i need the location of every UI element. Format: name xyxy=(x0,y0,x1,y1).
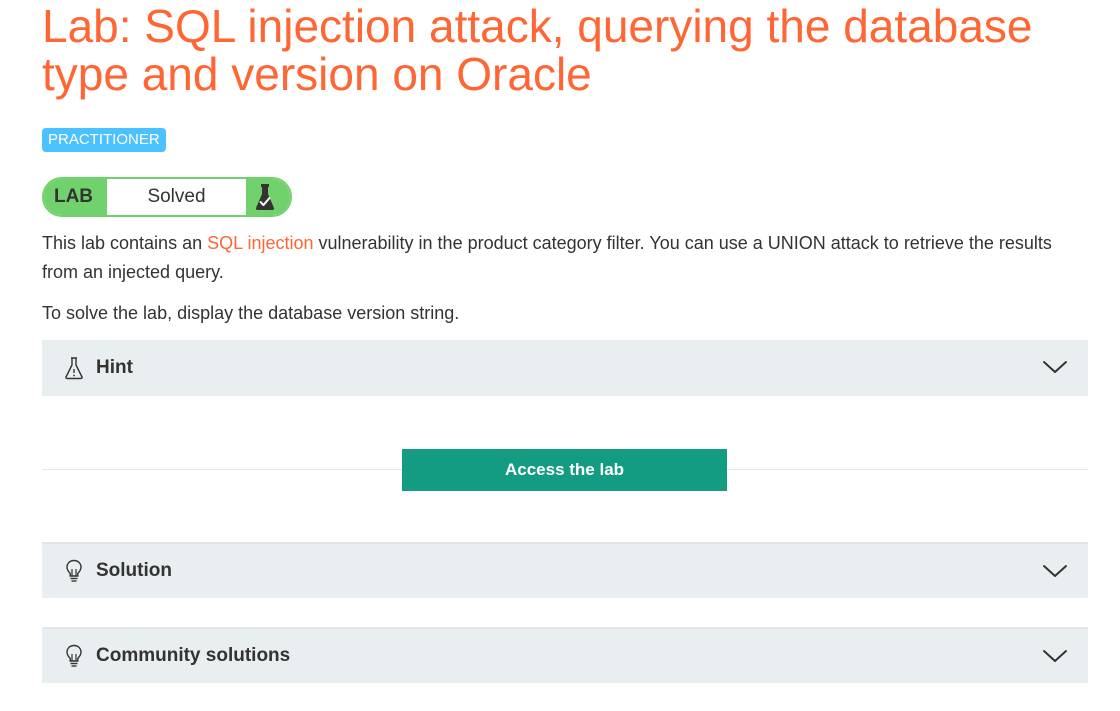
chevron-down-icon[interactable] xyxy=(1042,562,1068,580)
community-solutions-accordion[interactable]: Community solutions xyxy=(42,627,1088,683)
lightbulb-icon xyxy=(62,644,86,668)
description-intro: This lab contains an xyxy=(42,233,208,253)
solution-title: Solution xyxy=(96,560,172,581)
lab-task: To solve the lab, display the database v… xyxy=(42,303,460,323)
page-title: Lab: SQL injection attack, querying the … xyxy=(42,0,1033,100)
lightbulb-icon xyxy=(62,559,86,583)
chevron-down-icon[interactable] xyxy=(1042,358,1068,376)
lab-status-text: Solved xyxy=(147,186,206,207)
chevron-down-icon[interactable] xyxy=(1042,647,1068,665)
hint-accordion[interactable]: Hint xyxy=(42,340,1088,396)
lab-status-label: LAB xyxy=(44,179,107,215)
lab-status-widget: LAB Solved xyxy=(42,177,292,217)
lab-description: This lab contains an SQL injection vulne… xyxy=(42,229,1082,287)
sql-injection-link[interactable]: SQL injection xyxy=(207,233,313,253)
solution-accordion[interactable]: Solution xyxy=(42,542,1088,598)
hint-title: Hint xyxy=(96,357,133,378)
community-solutions-title: Community solutions xyxy=(96,645,291,666)
flask-icon xyxy=(62,356,86,380)
access-lab-button[interactable]: Access the lab xyxy=(402,449,727,491)
flask-check-icon xyxy=(246,179,290,215)
level-badge: PRACTITIONER xyxy=(42,128,166,152)
